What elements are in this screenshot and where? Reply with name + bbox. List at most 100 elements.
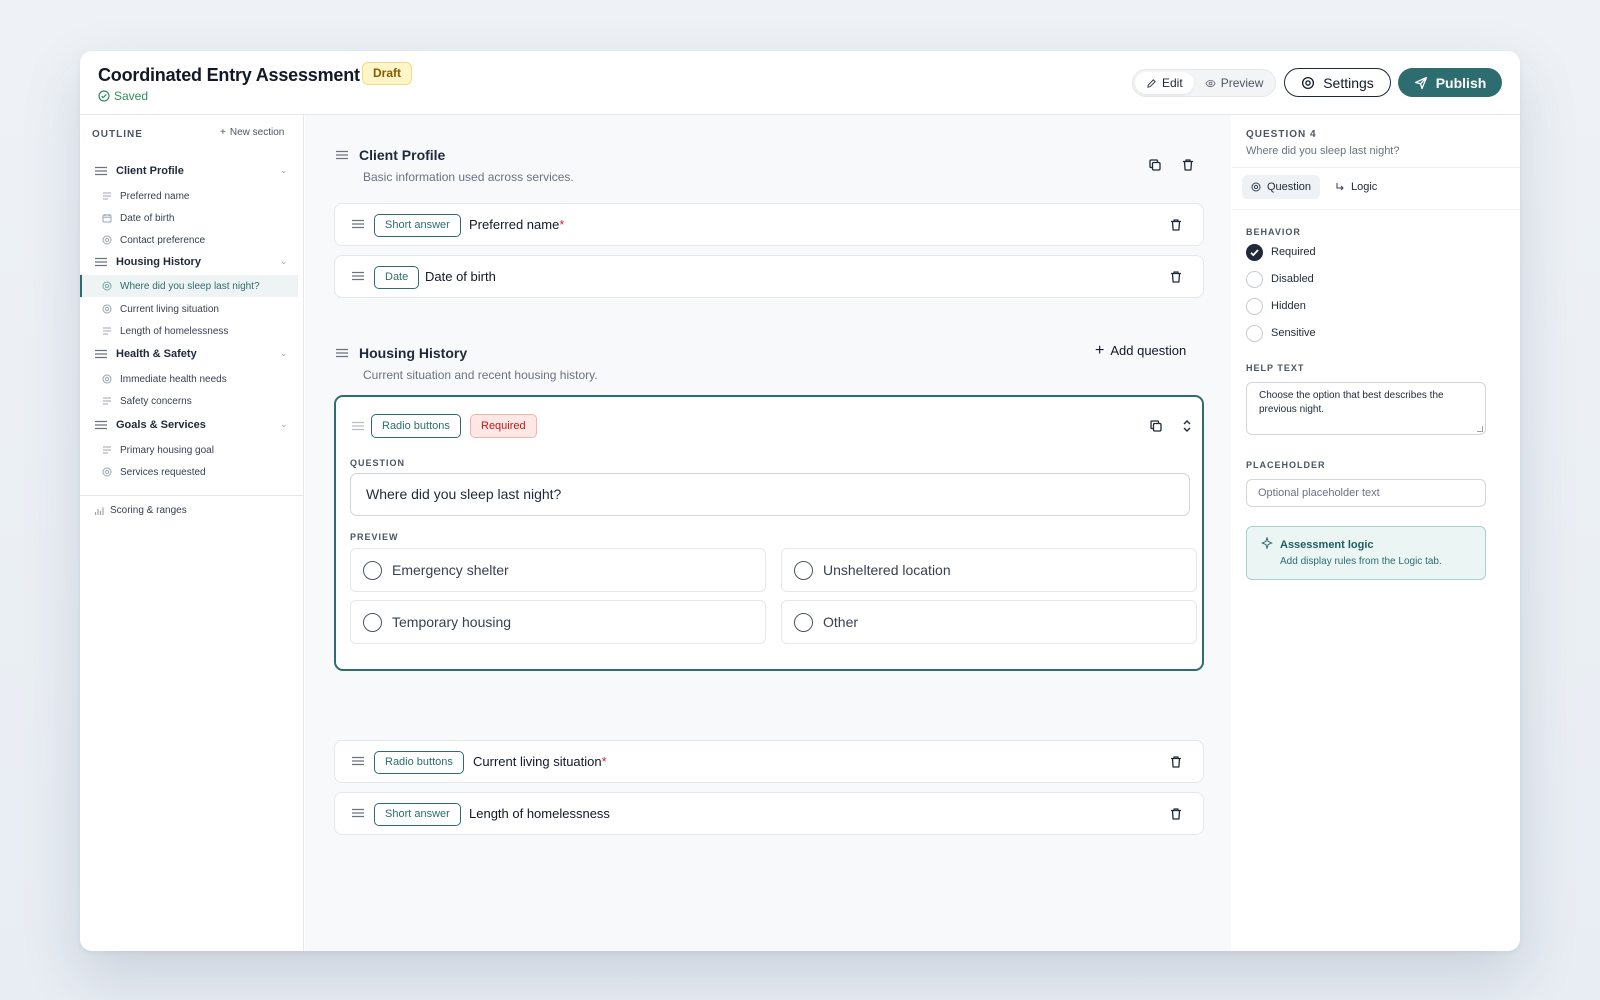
empty-checkbox-icon: [1246, 270, 1263, 288]
radio-circle-icon: [363, 560, 382, 580]
form-canvas: Client Profile Basic information used ac…: [305, 115, 1231, 951]
question-text-input[interactable]: Where did you sleep last night?: [350, 473, 1190, 516]
disabled-checkbox[interactable]: Disabled: [1246, 270, 1314, 288]
outline-item-label: Safety concerns: [120, 395, 192, 407]
outline-item-date-of-birth[interactable]: Date of birth: [80, 207, 298, 229]
app-window: Coordinated Entry Assessment Draft Saved…: [80, 51, 1520, 951]
radio-option[interactable]: Temporary housing: [350, 600, 766, 644]
mode-toggle: Edit Preview: [1132, 69, 1276, 97]
radio-option[interactable]: Unsheltered location: [781, 548, 1197, 592]
radio-circle-icon: [794, 560, 813, 580]
outline-item-preferred-name[interactable]: Preferred name: [80, 185, 298, 207]
drag-handle-icon[interactable]: [351, 756, 365, 766]
tab-question-label: Question: [1267, 181, 1312, 193]
outline-group-goals-services[interactable]: Goals & Services: [94, 415, 206, 435]
outline-item-where-did-you-sleep[interactable]: Where did you sleep last night?: [80, 275, 298, 297]
outline-item-contact-preference[interactable]: Contact preference: [80, 229, 298, 251]
outline-group-housing-history[interactable]: Housing History: [94, 252, 201, 272]
logic-card-description: Add display rules from the Logic tab.: [1280, 556, 1442, 567]
group-title: Goals & Services: [116, 419, 206, 431]
trash-icon[interactable]: [1169, 755, 1183, 769]
placeholder-input[interactable]: Optional placeholder text: [1246, 479, 1486, 507]
logic-card-title: Assessment logic: [1280, 539, 1374, 551]
chevron-down-icon[interactable]: ⌄: [280, 348, 288, 359]
radio-icon: [102, 281, 112, 291]
required-checkbox[interactable]: Required: [1246, 243, 1316, 261]
outline-item-length-of-homelessness[interactable]: Length of homelessness: [80, 320, 298, 342]
help-text-input[interactable]: Choose the option that best describes th…: [1246, 382, 1486, 435]
drag-handle-icon[interactable]: [351, 271, 365, 281]
tab-question[interactable]: Question: [1242, 175, 1321, 199]
outline-item-current-living-situation[interactable]: Current living situation: [80, 298, 298, 320]
top-bar: Coordinated Entry Assessment Draft Saved…: [80, 51, 1520, 115]
question-card[interactable]: Radio buttons Current living situation*: [334, 740, 1204, 783]
branch-icon: [1336, 183, 1344, 191]
outline-group-client-profile[interactable]: Client Profile: [94, 161, 184, 181]
hidden-checkbox[interactable]: Hidden: [1246, 297, 1306, 315]
outline-item-immediate-health-needs[interactable]: Immediate health needs: [80, 368, 298, 390]
preview-mode-button[interactable]: Preview: [1194, 72, 1275, 94]
question-card[interactable]: Date Date of birth: [334, 255, 1204, 298]
chevron-down-icon[interactable]: ⌄: [280, 256, 288, 267]
group-title: Housing History: [116, 256, 201, 268]
option-label: Other: [823, 614, 859, 630]
sensitive-checkbox[interactable]: Sensitive: [1246, 324, 1316, 342]
trash-icon[interactable]: [1181, 158, 1195, 172]
help-text-value: Choose the option that best describes th…: [1259, 390, 1444, 415]
scoring-ranges-link[interactable]: Scoring & ranges: [94, 505, 187, 516]
question-card[interactable]: Short answer Preferred name*: [334, 203, 1204, 246]
collapse-expand-icon[interactable]: [1180, 419, 1194, 433]
radio-option[interactable]: Emergency shelter: [350, 548, 766, 592]
help-text-label: HELP TEXT: [1246, 363, 1305, 373]
drag-handle-icon[interactable]: [335, 348, 349, 358]
outline-item-primary-housing-goal[interactable]: Primary housing goal: [80, 439, 298, 461]
question-title-text: Length of homelessness: [469, 806, 610, 821]
outline-item-services-requested[interactable]: Services requested: [80, 461, 298, 483]
assessment-logic-card[interactable]: Assessment logic Add display rules from …: [1246, 526, 1486, 580]
resize-handle-icon[interactable]: [1477, 426, 1483, 432]
publish-button[interactable]: Publish: [1398, 68, 1502, 97]
chevron-down-icon[interactable]: ⌄: [280, 419, 288, 430]
question-card[interactable]: Short answer Length of homelessness: [334, 792, 1204, 835]
edit-mode-button[interactable]: Edit: [1135, 72, 1194, 94]
publish-label: Publish: [1435, 74, 1487, 91]
plus-icon: +: [220, 127, 226, 138]
question-type-tag: Short answer: [374, 803, 461, 826]
radio-option[interactable]: Other: [781, 600, 1197, 644]
text-lines-icon: [103, 446, 111, 454]
add-question-button[interactable]: + Add question: [1095, 342, 1186, 358]
trash-icon[interactable]: [1169, 218, 1183, 232]
drag-handle-icon: [95, 166, 107, 176]
behavior-label: BEHAVIOR: [1246, 227, 1301, 237]
drag-handle-icon[interactable]: [351, 421, 365, 431]
drag-handle-icon: [95, 257, 107, 267]
question-type-tag[interactable]: Radio buttons: [371, 414, 461, 438]
drag-handle-icon[interactable]: [351, 808, 365, 818]
trash-icon[interactable]: [1169, 270, 1183, 284]
checkbox-label: Required: [1271, 246, 1316, 258]
drag-handle-icon[interactable]: [351, 219, 365, 229]
tab-logic-label: Logic: [1351, 181, 1378, 193]
trash-icon[interactable]: [1169, 807, 1183, 821]
outline-divider: [80, 495, 304, 496]
drag-handle-icon[interactable]: [335, 150, 349, 160]
section-description: Basic information used across services.: [363, 170, 574, 184]
checkbox-label: Disabled: [1271, 273, 1314, 285]
settings-button[interactable]: Settings: [1284, 68, 1391, 97]
chevron-down-icon[interactable]: ⌄: [280, 165, 288, 176]
outline-item-label: Primary housing goal: [120, 444, 214, 456]
option-label: Unsheltered location: [823, 562, 951, 578]
outline-group-health-safety[interactable]: Health & Safety: [94, 344, 197, 364]
panel-divider: [1232, 167, 1520, 168]
outline-item-label: Length of homelessness: [120, 325, 229, 337]
duplicate-icon[interactable]: [1149, 419, 1163, 433]
new-section-button[interactable]: + New section: [220, 127, 284, 138]
tab-logic[interactable]: Logic: [1326, 175, 1386, 199]
page-title: Coordinated Entry Assessment: [98, 65, 360, 85]
sparkle-icon: [1261, 537, 1273, 549]
outline-item-label: Services requested: [120, 466, 206, 478]
saved-label: Saved: [114, 89, 149, 103]
duplicate-icon[interactable]: [1148, 158, 1162, 172]
outline-item-safety-concerns[interactable]: Safety concerns: [80, 390, 298, 412]
active-question-editor[interactable]: Radio buttons Required QUESTION Where di…: [334, 395, 1204, 671]
